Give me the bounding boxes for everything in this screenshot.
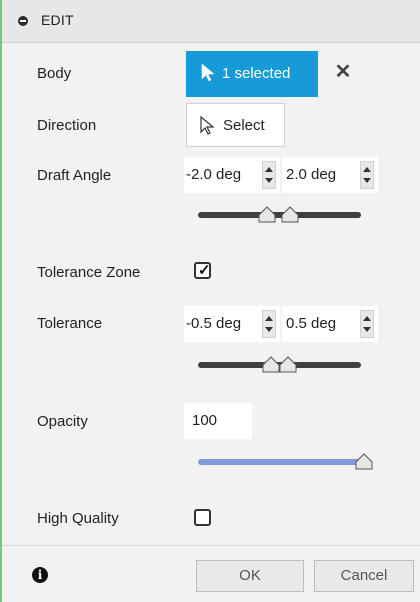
tolerance-zone-label: Tolerance Zone xyxy=(37,264,141,281)
info-icon[interactable]: i xyxy=(32,567,48,583)
opacity-label: Opacity xyxy=(37,413,88,430)
tolerance-max-field[interactable]: 0.5 deg xyxy=(282,306,378,342)
spin-down-icon[interactable] xyxy=(265,178,273,183)
footer-divider xyxy=(2,545,420,546)
tolerance-max-stepper[interactable] xyxy=(360,310,374,338)
draft-angle-label: Draft Angle xyxy=(37,167,112,184)
opacity-thumb[interactable] xyxy=(355,452,373,470)
opacity-value: 100 xyxy=(192,412,218,429)
direction-label: Direction xyxy=(37,117,97,134)
spin-down-icon[interactable] xyxy=(265,327,273,332)
draft-angle-max-field[interactable]: 2.0 deg xyxy=(282,157,378,193)
draft-angle-min-field[interactable]: -2.0 deg xyxy=(184,157,280,193)
body-label: Body xyxy=(37,65,72,82)
tolerance-zone-checkbox[interactable]: ✓ xyxy=(194,262,211,279)
tolerance-max-value: 0.5 deg xyxy=(286,315,337,332)
tolerance-min-field[interactable]: -0.5 deg xyxy=(184,306,280,342)
spin-up-icon[interactable] xyxy=(265,167,273,172)
tolerance-min-stepper[interactable] xyxy=(262,310,276,338)
edit-panel: EDIT Body 1 selected ✕ Direction Select … xyxy=(0,0,420,602)
panel-header[interactable]: EDIT xyxy=(2,0,420,43)
draft-angle-min-stepper[interactable] xyxy=(262,161,276,189)
opacity-slider[interactable] xyxy=(198,459,361,465)
spin-down-icon[interactable] xyxy=(363,178,371,183)
tolerance-min-thumb[interactable] xyxy=(262,355,280,373)
panel-title: EDIT xyxy=(41,12,74,28)
high-quality-checkbox[interactable] xyxy=(194,509,211,526)
tolerance-max-thumb[interactable] xyxy=(279,355,297,373)
clear-selection-icon[interactable]: ✕ xyxy=(333,60,353,84)
draft-angle-max-value: 2.0 deg xyxy=(286,166,337,183)
body-selection-button[interactable]: 1 selected xyxy=(186,51,318,97)
check-icon: ✓ xyxy=(198,262,211,279)
direction-select-label: Select xyxy=(223,117,265,134)
spin-up-icon[interactable] xyxy=(363,167,371,172)
draft-angle-max-stepper[interactable] xyxy=(360,161,374,189)
collapse-icon[interactable] xyxy=(18,16,28,26)
draft-angle-min-thumb[interactable] xyxy=(258,205,276,223)
spin-up-icon[interactable] xyxy=(363,316,371,321)
spin-down-icon[interactable] xyxy=(363,327,371,332)
opacity-field[interactable]: 100 xyxy=(184,403,252,439)
ok-button[interactable]: OK xyxy=(196,560,304,592)
direction-select-button[interactable]: Select xyxy=(186,103,285,147)
cancel-button[interactable]: Cancel xyxy=(314,560,414,592)
high-quality-label: High Quality xyxy=(37,510,119,527)
draft-angle-min-value: -2.0 deg xyxy=(186,166,242,183)
spin-up-icon[interactable] xyxy=(265,316,273,321)
cursor-icon xyxy=(200,116,215,135)
draft-angle-slider[interactable] xyxy=(198,212,361,218)
cursor-icon xyxy=(201,63,215,82)
draft-angle-max-thumb[interactable] xyxy=(281,205,299,223)
tolerance-label: Tolerance xyxy=(37,315,103,332)
body-selected-label: 1 selected xyxy=(222,65,291,82)
tolerance-min-value: -0.5 deg xyxy=(186,315,242,332)
